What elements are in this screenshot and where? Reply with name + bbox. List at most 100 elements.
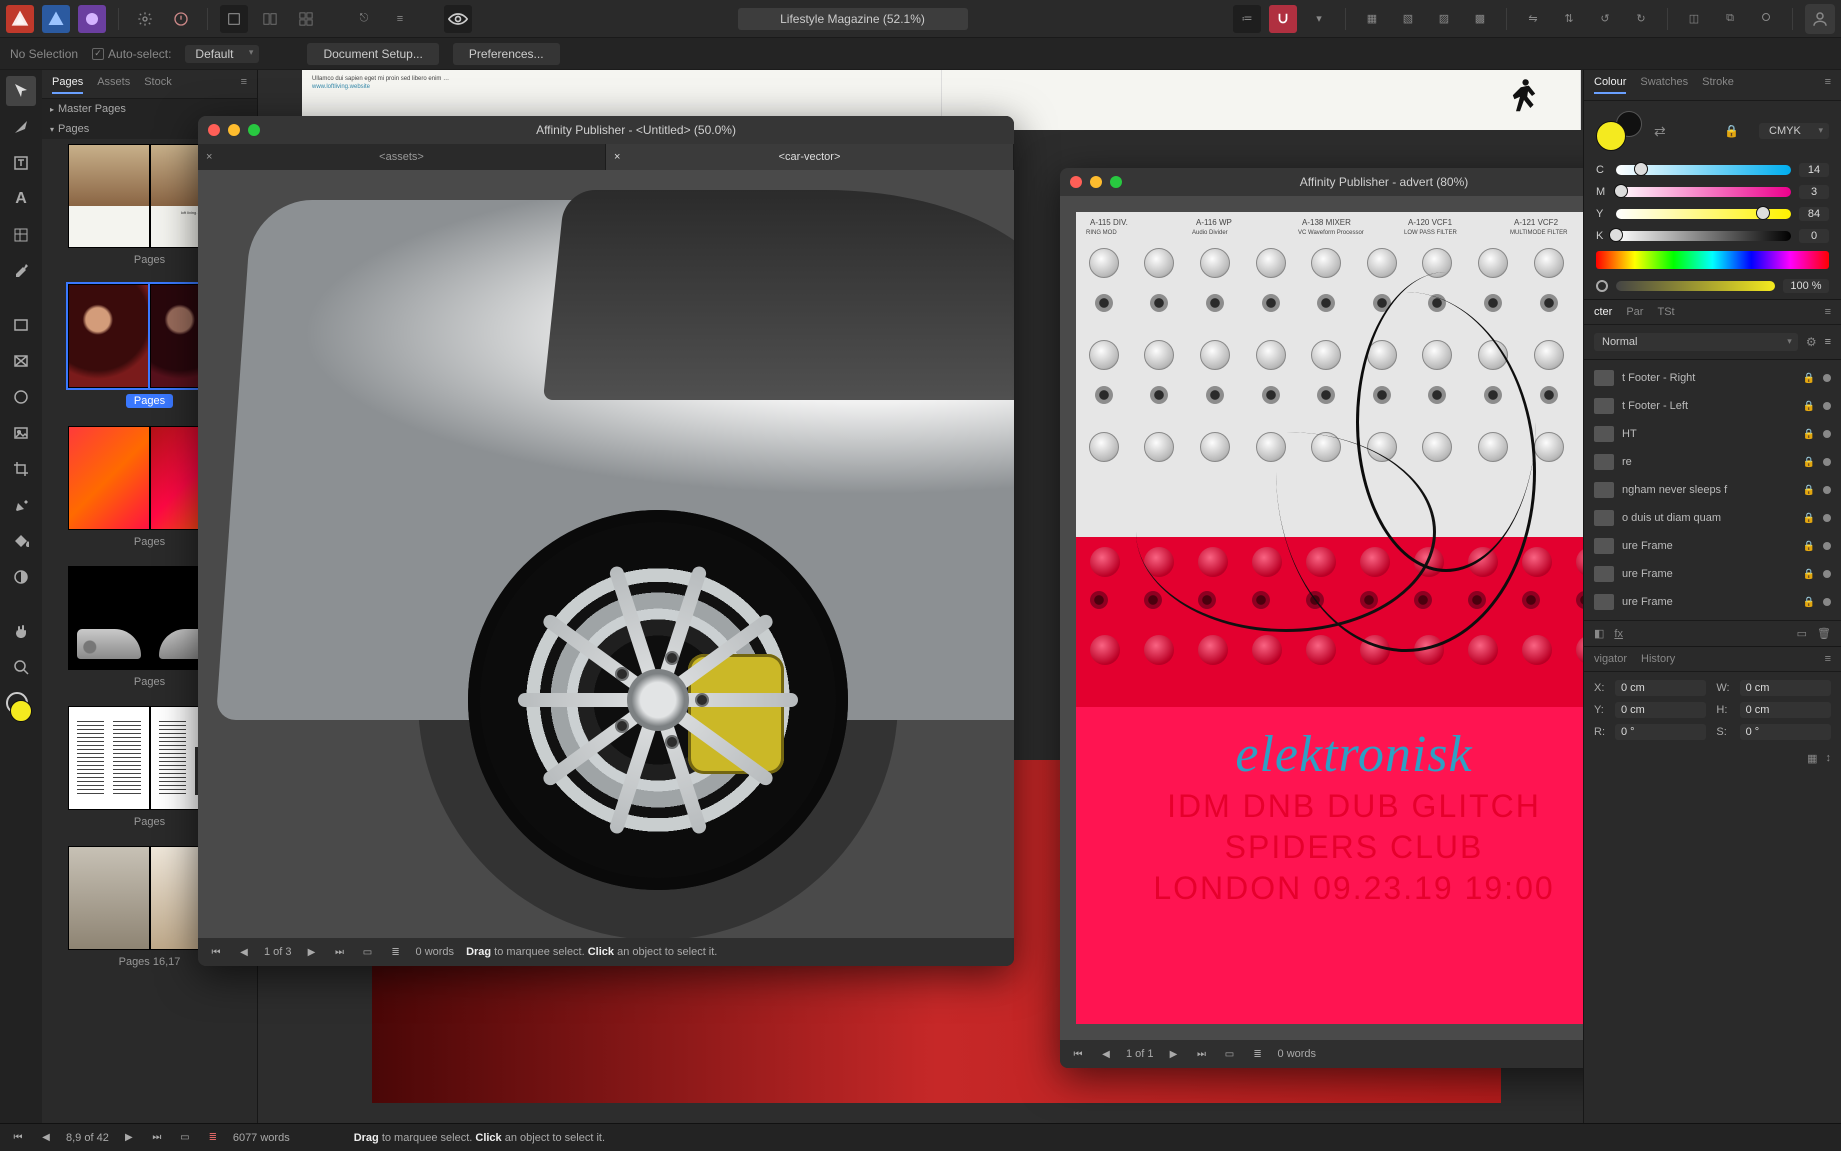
channel-slider-K[interactable] (1616, 231, 1791, 241)
delete-layer-icon[interactable]: 🗑 (1817, 627, 1831, 640)
lock-icon[interactable]: 🔒 (1803, 401, 1815, 412)
anchor-point-icon[interactable]: ▦ (1807, 752, 1817, 765)
text-styles-icon[interactable]: ≔ (1233, 5, 1261, 33)
transform-r[interactable]: 0 ° (1615, 724, 1706, 740)
prev-page-icon[interactable]: ◀ (236, 944, 252, 960)
visibility-icon[interactable] (1823, 402, 1831, 410)
document-canvas[interactable] (198, 170, 1014, 938)
link-wh-icon[interactable]: ↕ (1826, 752, 1832, 765)
fill-stroke-swatch[interactable] (1596, 111, 1642, 151)
view-grid-icon[interactable] (292, 5, 320, 33)
panel-menu-icon[interactable]: ≡ (1825, 336, 1831, 348)
place-image-tool[interactable] (6, 418, 36, 448)
preview-icon[interactable] (444, 5, 472, 33)
layer-row[interactable]: ure Frame 🔒 (1584, 588, 1841, 616)
channel-slider-C[interactable] (1616, 165, 1791, 175)
move-tool[interactable] (6, 76, 36, 106)
pen-tool[interactable] (6, 490, 36, 520)
visibility-icon[interactable] (1823, 458, 1831, 466)
lock-icon[interactable]: 🔒 (1803, 569, 1815, 580)
maximize-icon[interactable] (1110, 176, 1122, 188)
group-icon[interactable]: ◫ (1680, 5, 1708, 33)
prev-page-icon[interactable]: ◀ (38, 1130, 54, 1146)
visibility-icon[interactable] (1823, 514, 1831, 522)
color-model-dropdown[interactable]: CMYK (1759, 123, 1829, 139)
channel-value-K[interactable]: 0 (1799, 229, 1829, 243)
doc-tab-car-vector[interactable]: ×<car-vector> (606, 144, 1014, 170)
last-page-icon[interactable]: ⏭ (1194, 1046, 1210, 1062)
snapping-icon[interactable] (1269, 5, 1297, 33)
lock-icon[interactable]: 🔒 (1803, 541, 1815, 552)
layer-row[interactable]: o duis ut diam quam 🔒 (1584, 504, 1841, 532)
lock-icon[interactable]: 🔒 (1724, 124, 1739, 138)
floating-window-advert[interactable]: Affinity Publisher - advert (80%) A-115 … (1060, 168, 1648, 1068)
next-page-icon[interactable]: ▶ (304, 944, 320, 960)
lock-icon[interactable]: 🔒 (1803, 513, 1815, 524)
panel-menu-icon[interactable]: ≡ (241, 76, 247, 94)
maximize-icon[interactable] (248, 124, 260, 136)
channel-value-M[interactable]: 3 (1799, 185, 1829, 199)
visibility-icon[interactable] (1823, 542, 1831, 550)
lock-icon[interactable]: 🔒 (1803, 429, 1815, 440)
lock-icon[interactable]: 🔒 (1803, 457, 1815, 468)
arrange-front-icon[interactable]: ▩ (1466, 5, 1494, 33)
panel-menu-icon[interactable]: ≡ (1825, 306, 1831, 318)
flip-v-icon[interactable]: ⇅ (1555, 5, 1583, 33)
first-page-icon[interactable]: ⏮ (10, 1130, 26, 1146)
window-controls[interactable] (1070, 176, 1122, 188)
layer-row[interactable]: t Footer - Right 🔒 (1584, 364, 1841, 392)
swap-colours-icon[interactable]: ⇄ (1654, 123, 1666, 140)
text-stats-icon[interactable]: ≣ (205, 1130, 221, 1146)
layers-list[interactable]: t Footer - Right 🔒 t Footer - Left 🔒 HT … (1584, 360, 1841, 620)
panel-menu-icon[interactable]: ≡ (1825, 653, 1831, 665)
prev-page-icon[interactable]: ◀ (1098, 1046, 1114, 1062)
ungroup-icon[interactable]: ⧉ (1716, 5, 1744, 33)
hue-strip[interactable] (1596, 251, 1829, 269)
channel-slider-Y[interactable] (1616, 209, 1791, 219)
tab-swatches[interactable]: Swatches (1640, 76, 1688, 94)
layer-row[interactable]: ngham never sleeps f 🔒 (1584, 476, 1841, 504)
doc-tab-assets[interactable]: ×<assets> (198, 144, 606, 170)
preferences-button[interactable]: Preferences... (453, 43, 560, 65)
tab-assets[interactable]: Assets (97, 76, 130, 94)
layer-row[interactable]: t Footer - Left 🔒 (1584, 392, 1841, 420)
rotate-ccw-icon[interactable]: ↺ (1591, 5, 1619, 33)
lock-icon[interactable]: 🔒 (1803, 373, 1815, 384)
persona-photo[interactable] (78, 5, 106, 33)
auto-select-dropdown[interactable]: Default (185, 45, 259, 63)
tab-textstyles[interactable]: TSt (1657, 306, 1674, 318)
arrange-back-icon[interactable]: ▦ (1358, 5, 1386, 33)
node-tool[interactable] (6, 112, 36, 142)
tab-stock[interactable]: Stock (144, 76, 172, 94)
text-stats-icon[interactable]: ≣ (1250, 1046, 1266, 1062)
arrange-forward-icon[interactable]: ▨ (1430, 5, 1458, 33)
add-layer-icon[interactable]: ▭ (1797, 627, 1807, 640)
transform-y[interactable]: 0 cm (1615, 702, 1706, 718)
color-swatch-pair[interactable] (6, 692, 36, 722)
ellipse-tool[interactable] (6, 382, 36, 412)
transform-x[interactable]: 0 cm (1615, 680, 1706, 696)
layer-fx-icon[interactable]: fx (1614, 628, 1623, 640)
lock-icon[interactable]: 🔒 (1803, 485, 1815, 496)
visibility-icon[interactable] (1823, 486, 1831, 494)
close-icon[interactable] (208, 124, 220, 136)
table-tool[interactable] (6, 220, 36, 250)
close-tab-icon[interactable]: × (614, 151, 620, 163)
minimize-icon[interactable] (228, 124, 240, 136)
layer-row[interactable]: HT 🔒 (1584, 420, 1841, 448)
transparency-tool[interactable] (6, 562, 36, 592)
opacity-slider[interactable] (1616, 281, 1775, 291)
document-setup-button[interactable]: Document Setup... (307, 43, 438, 65)
spread-icon[interactable]: ▭ (177, 1130, 193, 1146)
visibility-icon[interactable] (1823, 430, 1831, 438)
persona-designer[interactable] (42, 5, 70, 33)
baseline-icon[interactable]: ≡ (386, 5, 414, 33)
transform-h[interactable]: 0 cm (1740, 702, 1831, 718)
lock-icon[interactable]: ⭘ (1752, 5, 1780, 33)
font-style-dropdown[interactable]: Normal (1594, 333, 1798, 351)
tab-character[interactable]: cter (1594, 306, 1612, 318)
close-tab-icon[interactable]: × (206, 151, 212, 163)
view-split-icon[interactable] (256, 5, 284, 33)
visibility-icon[interactable] (1823, 374, 1831, 382)
tab-navigator[interactable]: vigator (1594, 653, 1627, 665)
